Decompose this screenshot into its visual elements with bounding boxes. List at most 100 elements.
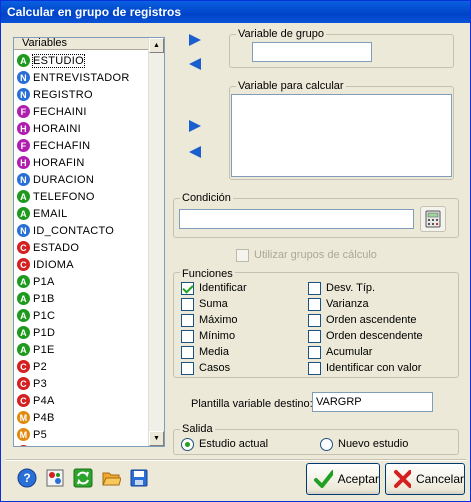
add-calc-var-button[interactable]: [185, 117, 205, 135]
variable-type-icon: H: [17, 156, 30, 169]
variable-item[interactable]: F FECHAINI: [16, 103, 146, 120]
template-field[interactable]: VARGRP: [312, 392, 433, 412]
function-checkbox[interactable]: Suma: [181, 297, 228, 311]
variable-item[interactable]: N DURACION: [16, 171, 146, 188]
calc-var-list[interactable]: [231, 94, 452, 177]
function-checkbox[interactable]: Orden ascendente: [308, 313, 417, 327]
variable-item[interactable]: M P4B: [16, 409, 146, 426]
variable-item[interactable]: N REGISTRO: [16, 86, 146, 103]
variable-item[interactable]: H HORAINI: [16, 120, 146, 137]
variable-type-icon: C: [17, 394, 30, 407]
variable-item[interactable]: A EMAIL: [16, 205, 146, 222]
variable-item[interactable]: F FECHAFIN: [16, 137, 146, 154]
variable-item[interactable]: A P1D: [16, 324, 146, 341]
variable-name: P5: [33, 428, 48, 441]
variable-name: ESTADO: [33, 241, 80, 254]
function-label: Mínimo: [199, 330, 236, 342]
variable-item[interactable]: H HORAFIN: [16, 154, 146, 171]
function-checkbox[interactable]: Identificar con valor: [308, 361, 421, 375]
radio-dot: [320, 437, 333, 451]
group-var-label: Variable de grupo: [236, 28, 327, 40]
use-groups-checkbox[interactable]: Utilizar grupos de cálculo: [236, 248, 377, 262]
scroll-down-button[interactable]: ▼: [149, 431, 164, 446]
variables-button[interactable]: [43, 466, 67, 490]
functions-box: Funciones Identificar Suma Máximo Mínimo Med…: [173, 268, 459, 378]
remove-calc-var-button[interactable]: [185, 143, 205, 161]
function-label: Acumular: [326, 346, 373, 358]
variable-item[interactable]: M P5: [16, 426, 146, 443]
variable-item[interactable]: C P3: [16, 375, 146, 392]
variable-item[interactable]: CP6: [16, 443, 146, 446]
variable-item[interactable]: C IDIOMA: [16, 256, 146, 273]
variable-name: ID_CONTACTO: [33, 224, 115, 237]
variable-type-icon: N: [17, 173, 30, 186]
calc-var-box: Variable para calcular: [229, 80, 454, 180]
variable-item[interactable]: A P1C: [16, 307, 146, 324]
variable-item[interactable]: C P4A: [16, 392, 146, 409]
function-label: Suma: [199, 298, 228, 310]
template-label: Plantilla variable destino:: [191, 398, 313, 410]
variable-type-icon: A: [17, 343, 30, 356]
function-checkbox[interactable]: Acumular: [308, 345, 372, 359]
output-new-radio[interactable]: Nuevo estudio: [320, 437, 408, 451]
save-button[interactable]: [127, 466, 151, 490]
function-label: Varianza: [326, 298, 369, 310]
variables-list: A ESTUDIO N ENTREVISTADOR N REGISTRO F FECHAINI…: [16, 52, 146, 446]
condition-field[interactable]: [179, 209, 414, 229]
function-checkbox[interactable]: Máximo: [181, 313, 238, 327]
variable-type-icon: A: [17, 207, 30, 220]
help-icon: ?: [17, 468, 37, 488]
remove-group-var-button[interactable]: [185, 55, 205, 73]
function-checkbox[interactable]: Media: [181, 345, 229, 359]
folder-open-icon: [102, 472, 121, 486]
checkbox-box: [308, 281, 321, 295]
scroll-up-button[interactable]: ▲: [149, 38, 164, 53]
calculator-button[interactable]: [420, 206, 446, 232]
variable-name: P1A: [33, 275, 55, 288]
help-button[interactable]: ?: [15, 466, 39, 490]
add-group-var-button[interactable]: [185, 31, 205, 49]
variable-name: P1B: [33, 292, 55, 305]
variable-type-icon: C: [17, 241, 30, 254]
checkbox-box: [308, 361, 321, 375]
variable-item[interactable]: A P1A: [16, 273, 146, 290]
accept-button[interactable]: Aceptar: [306, 463, 380, 495]
save-icon: [130, 469, 148, 487]
variable-item[interactable]: N ENTREVISTADOR: [16, 69, 146, 86]
function-label: Identificar: [199, 282, 247, 294]
group-var-box: Variable de grupo: [229, 28, 454, 68]
variable-item[interactable]: A TELEFONO: [16, 188, 146, 205]
cancel-x-icon: [394, 470, 411, 488]
variable-type-icon: F: [17, 105, 30, 118]
variable-item[interactable]: A P1B: [16, 290, 146, 307]
group-var-field[interactable]: [252, 42, 372, 62]
variable-name: P2: [33, 360, 48, 373]
variable-item[interactable]: C ESTADO: [16, 239, 146, 256]
variable-item[interactable]: A P1E: [16, 341, 146, 358]
arrow-left-icon: [189, 146, 201, 158]
cancel-label: Cancelar: [415, 472, 464, 486]
checkbox-box: [308, 297, 321, 311]
function-checkbox[interactable]: Casos: [181, 361, 230, 375]
output-current-radio[interactable]: Estudio actual: [181, 437, 268, 451]
function-checkbox[interactable]: Orden descendente: [308, 329, 423, 343]
function-checkbox[interactable]: Mínimo: [181, 329, 235, 343]
variables-scrollbar[interactable]: ▲ ▼: [148, 38, 164, 446]
variable-item[interactable]: A ESTUDIO: [16, 52, 146, 69]
variables-listbox[interactable]: Variables A ESTUDIO N ENTREVISTADOR N REGISTR…: [13, 37, 165, 447]
variable-name: ESTUDIO: [32, 53, 85, 68]
variable-name: REGISTRO: [33, 88, 93, 101]
cancel-button[interactable]: Cancelar: [385, 463, 465, 495]
function-checkbox[interactable]: Varianza: [308, 297, 369, 311]
function-checkbox[interactable]: Identificar: [181, 281, 247, 295]
variable-item[interactable]: C P2: [16, 358, 146, 375]
function-checkbox[interactable]: Desv. Típ.: [308, 281, 375, 295]
variable-name: FECHAINI: [33, 105, 87, 118]
variable-item[interactable]: N ID_CONTACTO: [16, 222, 146, 239]
checkbox-box: [181, 329, 194, 343]
open-button[interactable]: [99, 466, 123, 490]
functions-label: Funciones: [180, 268, 235, 280]
variable-type-icon: A: [17, 309, 30, 322]
use-groups-box: [236, 248, 249, 262]
refresh-button[interactable]: [71, 466, 95, 490]
